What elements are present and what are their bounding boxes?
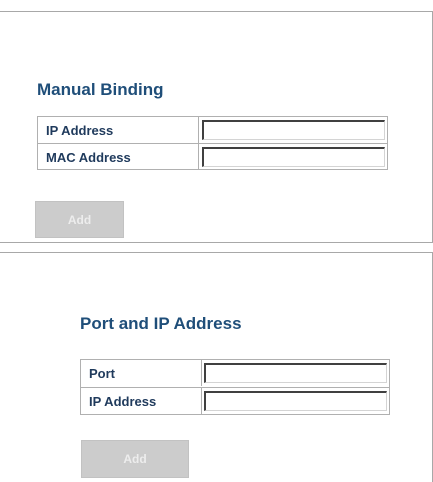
ip-address-input[interactable] bbox=[202, 120, 385, 140]
ip-address-row: IP Address bbox=[38, 117, 387, 143]
ip-address-label: IP Address bbox=[38, 117, 199, 143]
port-input[interactable] bbox=[204, 363, 387, 383]
mac-address-row: MAC Address bbox=[38, 143, 387, 170]
add-binding-button[interactable]: Add bbox=[35, 201, 124, 238]
add-port-ip-button[interactable]: Add bbox=[81, 440, 189, 478]
port-ip-address-row: IP Address bbox=[81, 387, 389, 414]
manual-binding-panel: Manual Binding IP Address MAC Address Ad… bbox=[0, 11, 433, 243]
port-ip-form: Port IP Address bbox=[80, 359, 390, 415]
port-ip-panel: Port and IP Address Port IP Address Add bbox=[0, 252, 433, 482]
port-label: Port bbox=[81, 360, 202, 386]
manual-binding-form: IP Address MAC Address bbox=[37, 116, 388, 170]
mac-address-input[interactable] bbox=[202, 147, 385, 167]
port-row: Port bbox=[81, 360, 389, 386]
port-ip-address-label: IP Address bbox=[81, 388, 202, 414]
port-ip-address-input[interactable] bbox=[204, 391, 387, 411]
manual-binding-heading: Manual Binding bbox=[37, 80, 164, 99]
mac-address-label: MAC Address bbox=[38, 144, 199, 170]
port-ip-heading: Port and IP Address bbox=[80, 314, 242, 333]
